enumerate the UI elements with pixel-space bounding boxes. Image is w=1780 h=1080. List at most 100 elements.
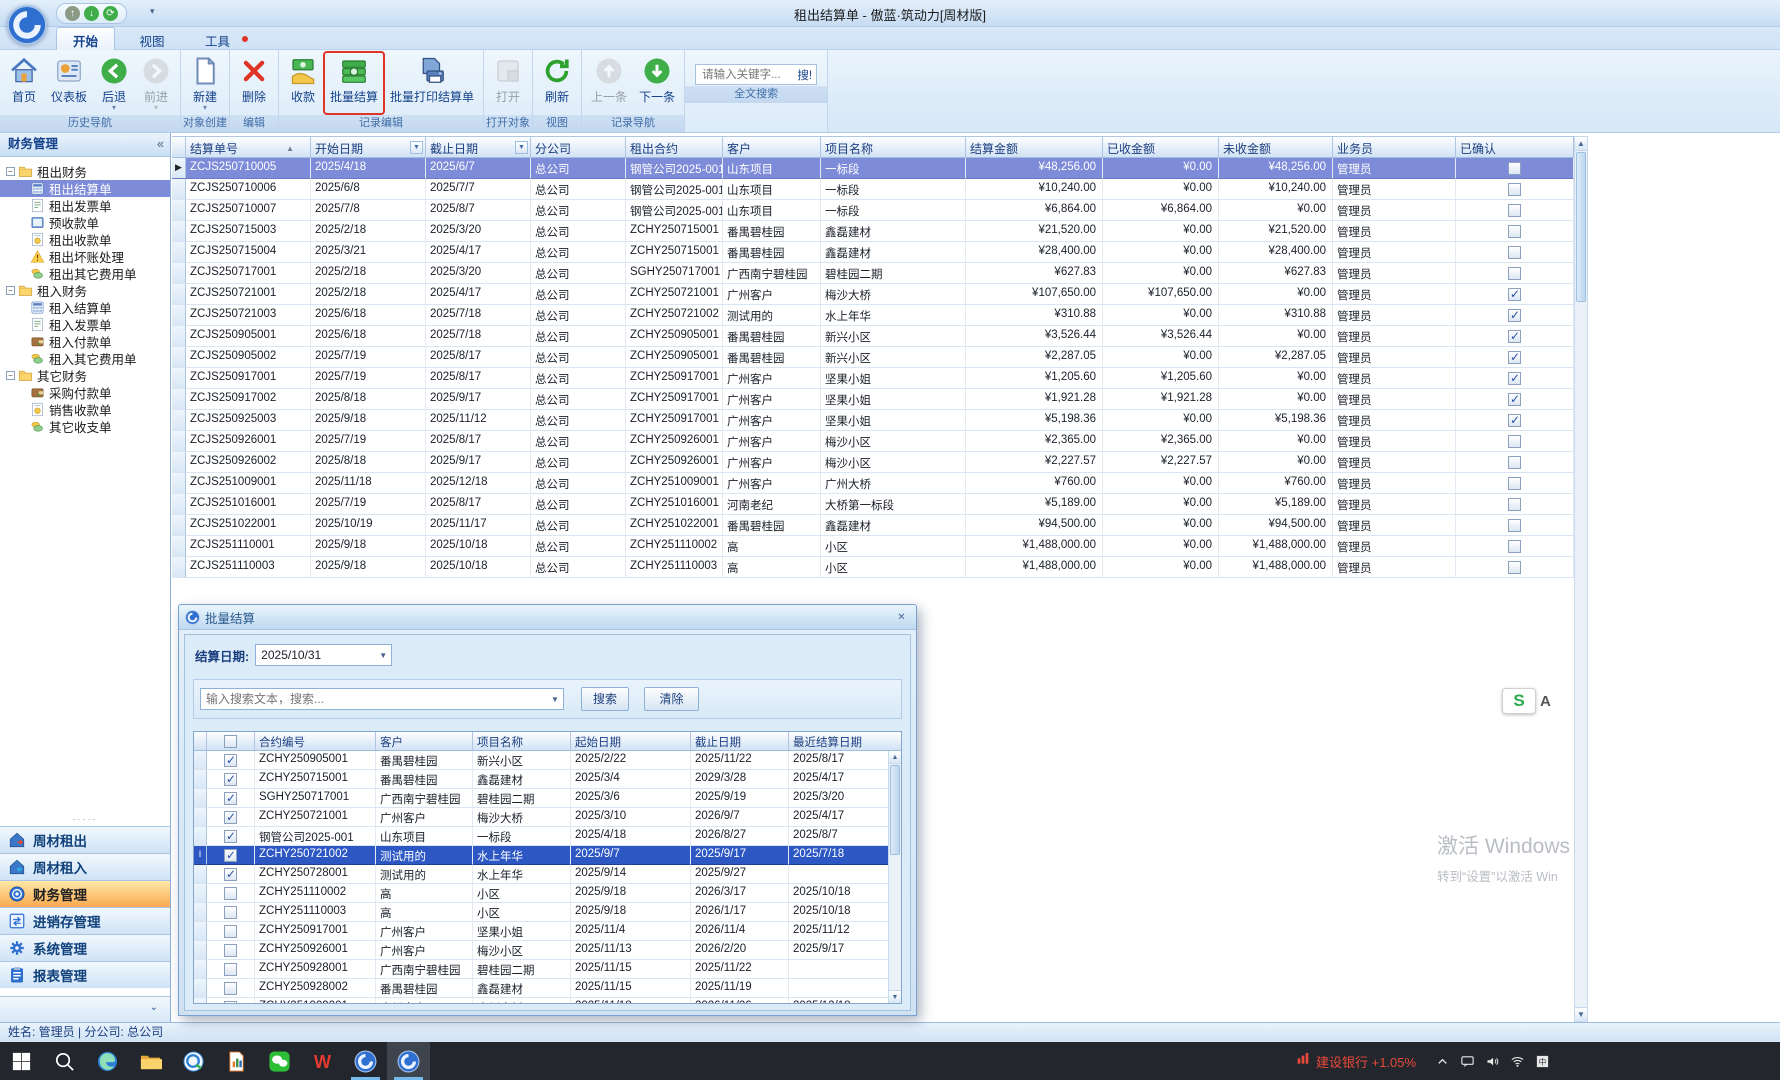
column-header-已收金额[interactable]: 已收金额 [1103, 136, 1219, 158]
tree-item-租出坏账处理[interactable]: 租出坏账处理 [0, 248, 170, 265]
tree-item-其它收支单[interactable]: 其它收支单 [0, 418, 170, 435]
taskbar-docs-icon[interactable] [215, 1042, 258, 1080]
confirmed-checkbox[interactable] [1508, 498, 1521, 511]
tree-folder-租入财务[interactable]: −租入财务 [0, 282, 170, 299]
tray-chevron-up-icon[interactable] [1430, 1042, 1455, 1080]
table-row[interactable]: ZCJS2507100062025/6/82025/7/7总公司钢管公司2025… [172, 179, 1574, 200]
taskbar-search-icon[interactable] [43, 1042, 86, 1080]
select-checkbox[interactable] [224, 773, 237, 786]
refresh-circle-icon[interactable]: ⟳ [103, 6, 118, 21]
tab-view[interactable]: 视图 [123, 28, 180, 51]
select-checkbox[interactable] [224, 944, 237, 957]
scroll-thumb[interactable] [890, 765, 900, 855]
tree-item-租出收款单[interactable]: 租出收款单 [0, 231, 170, 248]
confirmed-checkbox[interactable] [1508, 561, 1521, 574]
column-header-开始日期[interactable]: 开始日期▼ [311, 136, 426, 158]
taskbar-explorer-icon[interactable] [129, 1042, 172, 1080]
column-header-合约编号[interactable]: 合约编号 [255, 732, 376, 751]
tree-item-租出其它费用单[interactable]: 租出其它费用单 [0, 265, 170, 282]
scroll-thumb[interactable] [1576, 152, 1586, 302]
column-header-indicator[interactable] [172, 136, 186, 158]
ribbon-button-后退[interactable]: 后退▾ [93, 52, 135, 114]
chevron-down-icon[interactable]: ▾ [154, 105, 158, 111]
select-checkbox[interactable] [224, 887, 237, 900]
column-header-结算单号[interactable]: 结算单号▲ [186, 136, 311, 158]
table-row[interactable]: ZCJS2509260022025/8/182025/9/17总公司ZCHY25… [172, 452, 1574, 473]
table-row[interactable]: ZCJS2511100012025/9/182025/10/18总公司ZCHY2… [172, 536, 1574, 557]
dialog-table-row[interactable]: ZCHY250728001测试用的水上年华2025/9/142025/9/27 [194, 865, 902, 884]
column-header-未收金额[interactable]: 未收金额 [1219, 136, 1333, 158]
taskbar-wechat-icon[interactable] [258, 1042, 301, 1080]
tree-item-销售收款单[interactable]: 销售收款单 [0, 401, 170, 418]
tree-item-预收款单[interactable]: 预收款单 [0, 214, 170, 231]
dialog-table-row[interactable]: ZCHY250926001广州客户梅沙小区2025/11/132026/2/20… [194, 941, 902, 960]
select-checkbox[interactable] [224, 811, 237, 824]
ribbon-button-批量结算[interactable]: 批量结算 [324, 52, 384, 114]
nav-options-chevron-icon[interactable]: ⌄ [150, 1002, 158, 1013]
dialog-table-row[interactable]: SGHY250717001广西南宁碧桂园碧桂园二期2025/3/62025/9/… [194, 789, 902, 808]
taskbar-app-logo-icon[interactable] [387, 1042, 430, 1080]
down-circle-icon[interactable]: ↓ [84, 6, 99, 21]
confirmed-checkbox[interactable] [1508, 246, 1521, 259]
table-row[interactable]: ZCJS2511100032025/9/182025/10/18总公司ZCHY2… [172, 557, 1574, 578]
dialog-table-row[interactable]: ZCHY251110002高小区2025/9/182026/3/172025/1… [194, 884, 902, 903]
confirmed-checkbox[interactable] [1508, 267, 1521, 280]
dialog-table-row[interactable]: 钢管公司2025-001山东项目一标段2025/4/182026/8/27202… [194, 827, 902, 846]
confirmed-checkbox[interactable] [1508, 204, 1521, 217]
table-row[interactable]: ZCJS2509260012025/7/192025/8/17总公司ZCHY25… [172, 431, 1574, 452]
column-header-项目名称[interactable]: 项目名称 [821, 136, 966, 158]
column-header-截止日期[interactable]: 截止日期▼ [426, 136, 531, 158]
table-row[interactable]: ZCJS2509170012025/7/192025/8/17总公司ZCHY25… [172, 368, 1574, 389]
table-row[interactable]: ZCJS2510220012025/10/192025/11/17总公司ZCHY… [172, 515, 1574, 536]
tree-expander-icon[interactable]: − [6, 286, 15, 295]
select-all-checkbox[interactable] [224, 735, 237, 748]
chevron-down-icon[interactable]: ▾ [203, 105, 207, 111]
confirmed-checkbox[interactable] [1508, 393, 1521, 406]
table-row[interactable]: ZCJS2510090012025/11/182025/12/18总公司ZCHY… [172, 473, 1574, 494]
table-row[interactable]: ZCJS2509170022025/8/182025/9/17总公司ZCHY25… [172, 389, 1574, 410]
dialog-table-row[interactable]: IZCHY250721002测试用的水上年华2025/9/72025/9/172… [194, 846, 902, 865]
confirmed-checkbox[interactable] [1508, 183, 1521, 196]
column-header-结算金额[interactable]: 结算金额 [966, 136, 1103, 158]
ribbon-button-新建[interactable]: 新建▾ [184, 52, 226, 114]
table-row[interactable]: ZCJS2507150042025/3/212025/4/17总公司ZCHY25… [172, 242, 1574, 263]
select-checkbox[interactable] [224, 754, 237, 767]
column-header-select[interactable] [207, 732, 255, 751]
nav-item-周材租出[interactable]: 周材租出 [0, 826, 170, 853]
main-scrollbar[interactable]: ▲ ▼ [1574, 136, 1588, 1022]
sidebar-splitter[interactable]: ····· [0, 816, 170, 824]
ribbon-button-收款[interactable]: 收款 [282, 52, 324, 114]
scroll-up-icon[interactable]: ▲ [889, 751, 901, 764]
table-row[interactable]: ZCJS2509050012025/6/182025/7/18总公司ZCHY25… [172, 326, 1574, 347]
column-header-已确认[interactable]: 已确认 [1456, 136, 1574, 158]
clear-button[interactable]: 清除 [644, 687, 699, 711]
chevron-down-icon[interactable]: ▼ [547, 695, 563, 704]
qat-customize-button[interactable]: ▾ [150, 6, 155, 17]
select-checkbox[interactable] [224, 925, 237, 938]
ribbon-button-仪表板[interactable]: 仪表板 [45, 52, 93, 114]
ribbon-button-刷新[interactable]: 刷新 [536, 52, 578, 114]
select-checkbox[interactable] [224, 830, 237, 843]
tree-folder-租出财务[interactable]: −租出财务 [0, 163, 170, 180]
tree-expander-icon[interactable]: − [6, 371, 15, 380]
taskbar-wps-icon[interactable]: W [301, 1042, 344, 1080]
scroll-down-icon[interactable]: ▼ [1575, 1007, 1587, 1021]
tree-folder-其它财务[interactable]: −其它财务 [0, 367, 170, 384]
confirmed-checkbox[interactable] [1508, 288, 1521, 301]
dialog-table-row[interactable]: ZCHY250715001番禺碧桂园鑫磊建材2025/3/42029/3/282… [194, 770, 902, 789]
confirmed-checkbox[interactable] [1508, 414, 1521, 427]
confirmed-checkbox[interactable] [1508, 519, 1521, 532]
chevron-down-icon[interactable]: ▾ [112, 105, 116, 111]
tree-item-租入付款单[interactable]: 租入付款单 [0, 333, 170, 350]
tray-volume-icon[interactable] [1480, 1042, 1505, 1080]
confirmed-checkbox[interactable] [1508, 540, 1521, 553]
column-header-租出合约[interactable]: 租出合约 [626, 136, 723, 158]
dialog-table-row[interactable]: ZCHY251110003高小区2025/9/182026/1/172025/1… [194, 903, 902, 922]
ribbon-button-批量打印结算单[interactable]: 批量打印结算单 [384, 52, 480, 114]
dialog-table-row[interactable]: ZCHY250721001广州客户梅沙大桥2025/3/102026/9/720… [194, 808, 902, 827]
tray-ime-icon[interactable]: 中 [1530, 1042, 1555, 1080]
select-checkbox[interactable] [224, 906, 237, 919]
screenshot-tool-icon[interactable]: S [1502, 688, 1536, 714]
app-logo[interactable] [6, 4, 48, 46]
select-checkbox[interactable] [224, 963, 237, 976]
